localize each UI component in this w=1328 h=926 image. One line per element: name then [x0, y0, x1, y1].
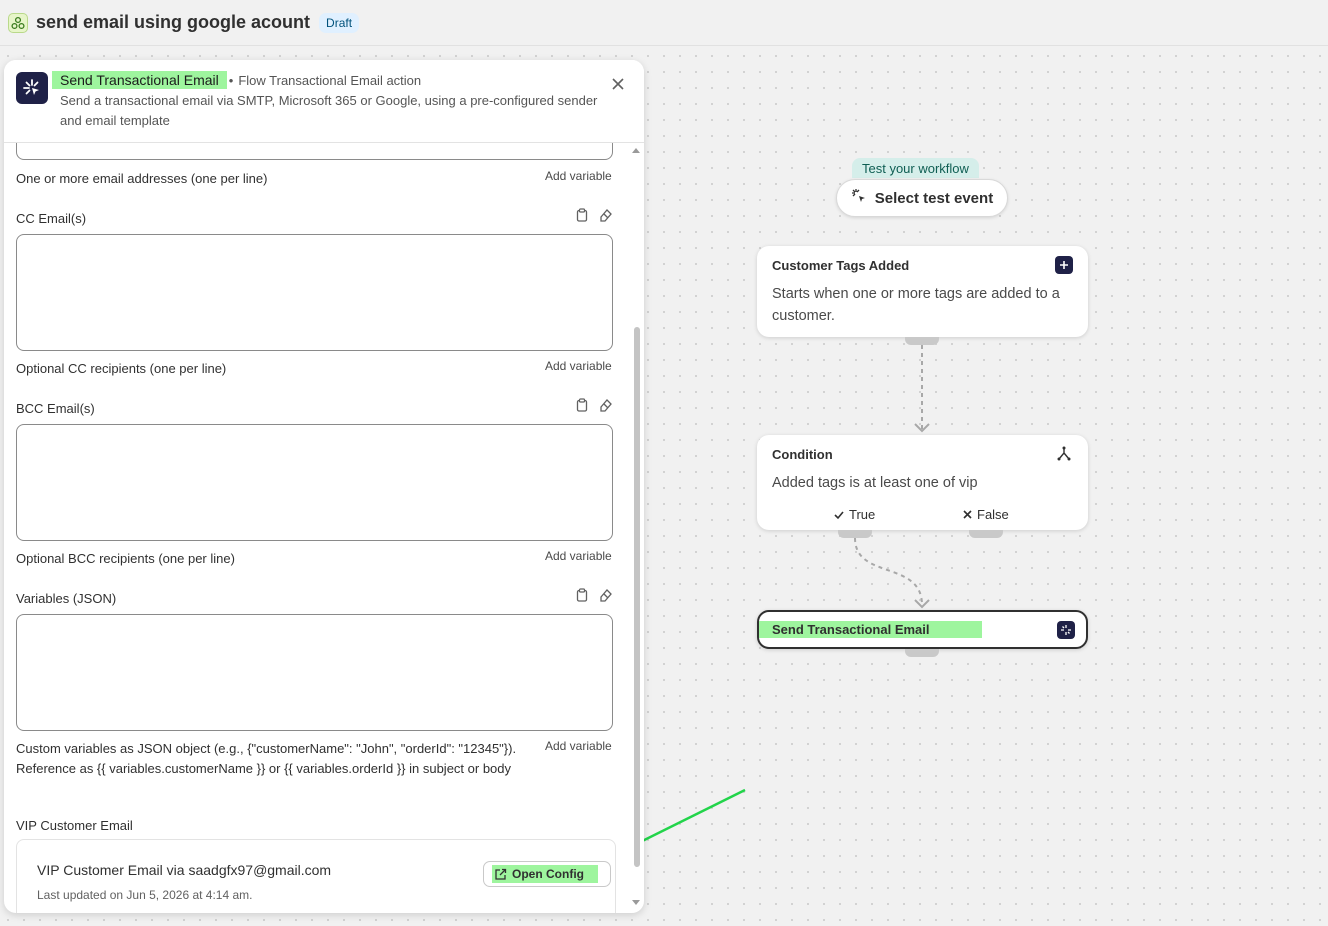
- clipboard-icon[interactable]: [575, 588, 589, 602]
- panel-title-row: Send Transactional Email • Flow Transact…: [52, 71, 421, 89]
- eraser-icon[interactable]: [599, 398, 613, 412]
- clipboard-icon[interactable]: [575, 398, 589, 412]
- trigger-node[interactable]: Customer Tags Added Starts when one or m…: [757, 246, 1088, 337]
- open-config-label: Open Config: [512, 867, 584, 881]
- panel-description: Send a transactional email via SMTP, Mic…: [60, 93, 598, 128]
- add-variable-link[interactable]: Add variable: [545, 169, 612, 183]
- eraser-icon[interactable]: [599, 588, 613, 602]
- false-branch-label: False: [962, 507, 1009, 522]
- template-label: VIP Customer Email: [16, 818, 133, 833]
- variables-json-field[interactable]: [16, 614, 613, 731]
- panel-title: Send Transactional Email: [52, 71, 227, 89]
- clipboard-icon[interactable]: [575, 208, 589, 222]
- x-icon: [963, 510, 972, 519]
- add-tag-icon: [1055, 256, 1073, 274]
- scrollbar-thumb[interactable]: [634, 327, 640, 867]
- external-link-icon: [495, 868, 507, 880]
- bcc-actions: [575, 398, 613, 412]
- add-variable-link[interactable]: Add variable: [545, 739, 612, 753]
- bcc-label: BCC Email(s): [16, 401, 95, 416]
- action-node-title: Send Transactional Email: [759, 621, 982, 638]
- variables-actions: [575, 588, 613, 602]
- action-output-port[interactable]: [905, 649, 939, 657]
- branch-icon: [1055, 445, 1073, 463]
- cursor-sparkle-icon: [851, 188, 867, 208]
- cc-help-text: Optional CC recipients (one per line): [16, 361, 227, 376]
- eraser-icon[interactable]: [599, 208, 613, 222]
- cc-label: CC Email(s): [16, 211, 87, 226]
- condition-node[interactable]: Condition Added tags is at least one of …: [757, 435, 1088, 530]
- panel-header: Send Transactional Email • Flow Transact…: [4, 60, 644, 143]
- open-config-button[interactable]: Open Config: [483, 861, 611, 887]
- select-test-event-label: Select test event: [874, 189, 994, 207]
- variables-help-text: Custom variables as JSON object (e.g., {…: [16, 741, 517, 776]
- sparkle-icon: [16, 72, 48, 104]
- title-separator: •: [228, 72, 234, 88]
- template-card-updated: Last updated on Jun 5, 2026 at 4:14 am.: [37, 888, 253, 902]
- to-help-text: One or more email addresses (one per lin…: [16, 171, 268, 186]
- close-button[interactable]: [608, 74, 628, 94]
- trigger-node-description: Starts when one or more tags are added t…: [772, 286, 1060, 324]
- to-email-field[interactable]: [16, 143, 613, 160]
- add-variable-link[interactable]: Add variable: [545, 549, 612, 563]
- bcc-help-text: Optional BCC recipients (one per line): [16, 551, 235, 566]
- false-output-port[interactable]: [969, 530, 1003, 538]
- true-branch-label: True: [833, 507, 875, 522]
- condition-node-description: Added tags is at least one of vip: [772, 475, 978, 491]
- sparkle-icon: [1057, 621, 1075, 639]
- select-test-event-button[interactable]: Select test event: [836, 179, 1008, 217]
- panel-body[interactable]: One or more email addresses (one per lin…: [4, 143, 644, 913]
- config-panel: Send Transactional Email • Flow Transact…: [4, 60, 644, 913]
- action-node[interactable]: Send Transactional Email: [757, 610, 1088, 649]
- panel-subtitle: Flow Transactional Email action: [238, 72, 422, 88]
- template-card-title: VIP Customer Email via saadgfx97@gmail.c…: [37, 862, 332, 878]
- condition-node-title: Condition: [772, 447, 833, 462]
- check-icon: [834, 510, 844, 519]
- variables-label: Variables (JSON): [16, 591, 117, 606]
- connector-true-action: [854, 537, 923, 606]
- template-card: VIP Customer Email via saadgfx97@gmail.c…: [16, 839, 616, 913]
- trigger-output-port[interactable]: [905, 337, 939, 345]
- true-output-port[interactable]: [838, 530, 872, 538]
- cc-actions: [575, 208, 613, 222]
- cc-email-field[interactable]: [16, 234, 613, 351]
- add-variable-link[interactable]: Add variable: [545, 359, 612, 373]
- test-workflow-label: Test your workflow: [852, 158, 979, 178]
- bcc-email-field[interactable]: [16, 424, 613, 541]
- trigger-node-title: Customer Tags Added: [772, 258, 910, 273]
- close-icon: [612, 78, 624, 90]
